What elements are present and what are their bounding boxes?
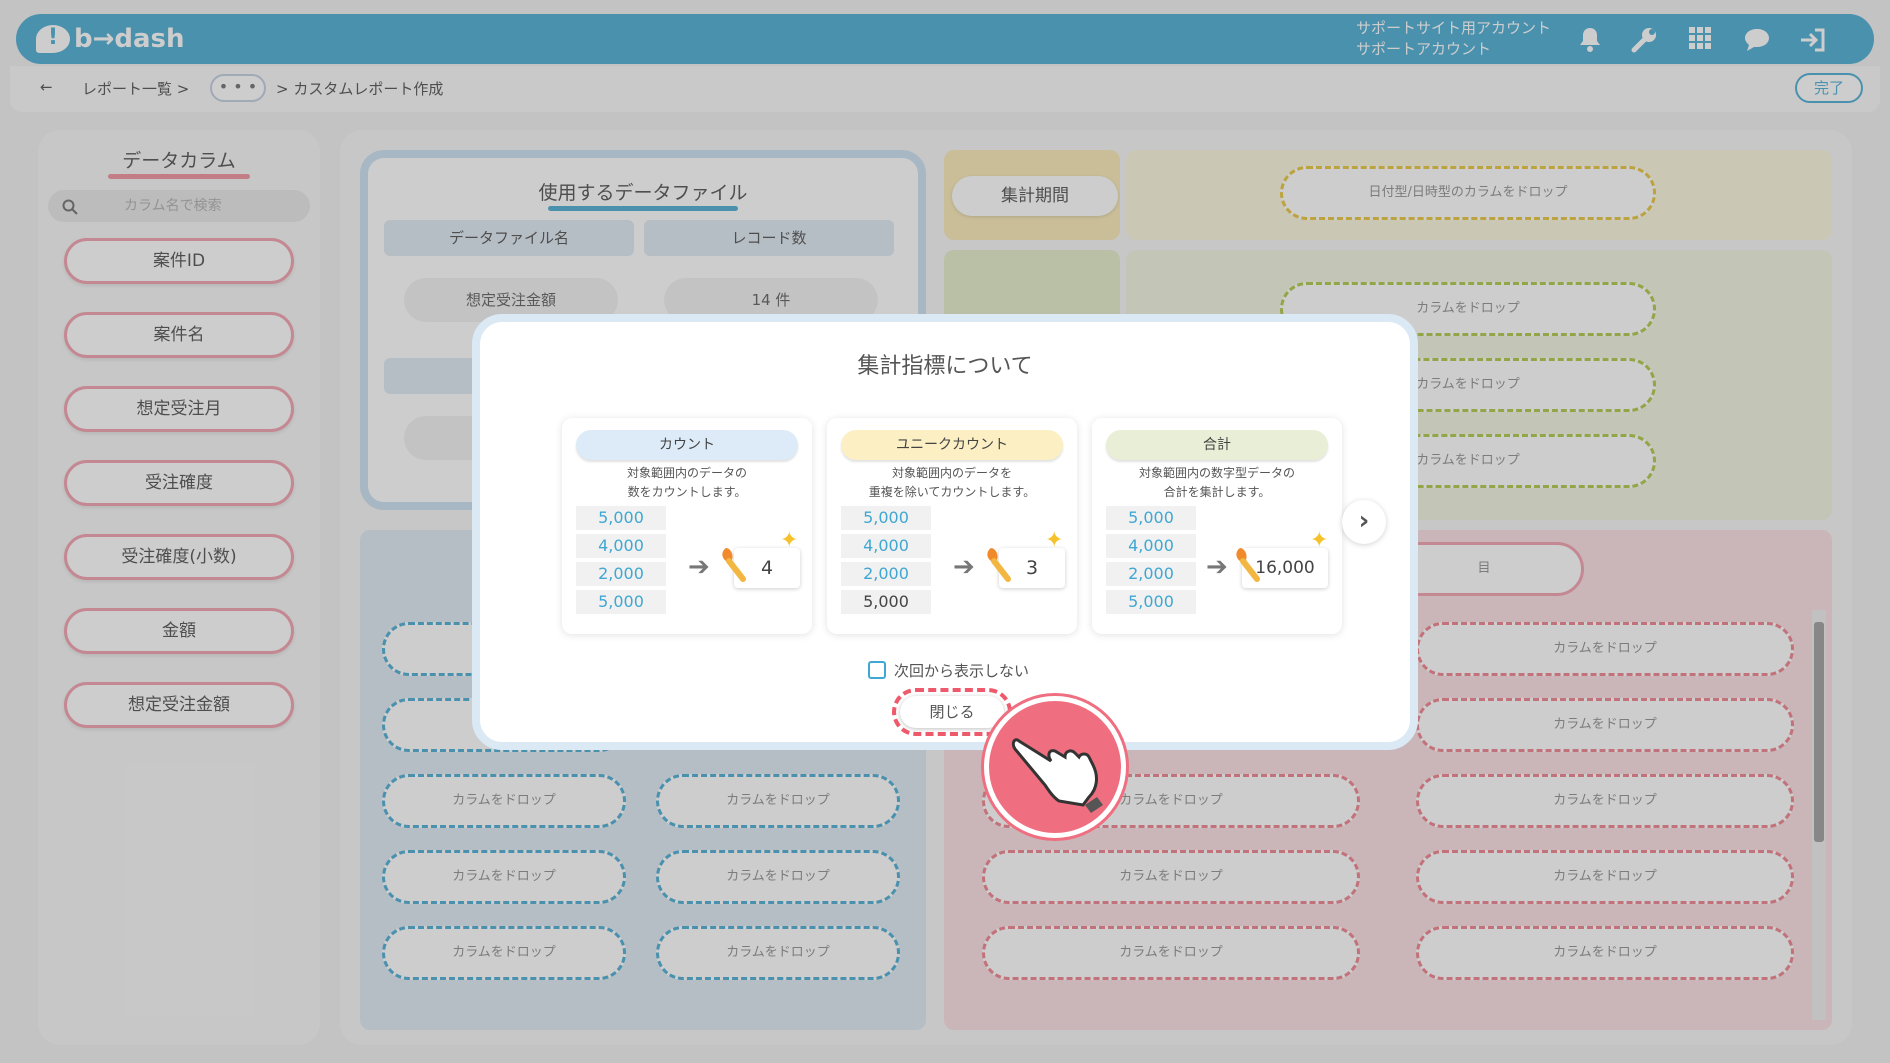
sparkle-icon: ✦ (1310, 528, 1329, 553)
desc-line: 重複を除いてカウントします。 (868, 485, 1036, 499)
sparkle-icon: ✦ (1045, 528, 1064, 553)
pen-icon (1230, 544, 1264, 584)
pointing-hand-icon (984, 696, 1126, 838)
sample-value: 4,000 (576, 534, 666, 558)
arrow-right-icon: ➔ (688, 552, 710, 582)
sample-value: 2,000 (841, 562, 931, 586)
sample-value: 5,000 (1106, 590, 1196, 614)
sample-value: 2,000 (1106, 562, 1196, 586)
card-label: 合計 (1106, 430, 1328, 460)
sample-value: 5,000 (1106, 506, 1196, 530)
sample-value: 4,000 (1106, 534, 1196, 558)
card-label: カウント (576, 430, 798, 460)
sample-value: 2,000 (576, 562, 666, 586)
dont-show-again-label[interactable]: 次回から表示しない (894, 660, 1029, 681)
unique-count-card: ユニークカウント 対象範囲内のデータを 重複を除いてカウントします。 5,000… (827, 418, 1077, 634)
pen-icon (716, 544, 750, 584)
sum-card: 合計 対象範囲内の数字型データの 合計を集計します。 5,000 4,000 2… (1092, 418, 1342, 634)
sample-value: 5,000 (841, 506, 931, 530)
pen-icon (981, 544, 1015, 584)
desc-line: 対象範囲内の数字型データの (1138, 466, 1295, 480)
sample-value: 4,000 (841, 534, 931, 558)
dont-show-again-checkbox[interactable] (868, 661, 886, 679)
card-description: 対象範囲内のデータを 重複を除いてカウントします。 (827, 464, 1077, 502)
card-description: 対象範囲内の数字型データの 合計を集計します。 (1092, 464, 1342, 502)
sample-value: 5,000 (576, 590, 666, 614)
metric-info-dialog: 集計指標について カウント 対象範囲内のデータの 数をカウントします。 5,00… (472, 314, 1418, 750)
dialog-title: 集計指標について (857, 354, 1033, 379)
next-chevron-button[interactable]: › (1342, 500, 1386, 544)
desc-line: 対象範囲内のデータの (626, 466, 747, 480)
arrow-right-icon: ➔ (1206, 552, 1228, 582)
sparkle-icon: ✦ (780, 528, 799, 553)
arrow-right-icon: ➔ (953, 552, 975, 582)
desc-line: 対象範囲内のデータを (891, 466, 1012, 480)
card-label: ユニークカウント (841, 430, 1063, 460)
desc-line: 合計を集計します。 (1163, 485, 1271, 499)
sample-value: 5,000 (841, 590, 931, 614)
desc-line: 数をカウントします。 (627, 485, 747, 499)
sample-value: 5,000 (576, 506, 666, 530)
card-description: 対象範囲内のデータの 数をカウントします。 (562, 464, 812, 502)
count-card: カウント 対象範囲内のデータの 数をカウントします。 5,000 4,000 2… (562, 418, 812, 634)
